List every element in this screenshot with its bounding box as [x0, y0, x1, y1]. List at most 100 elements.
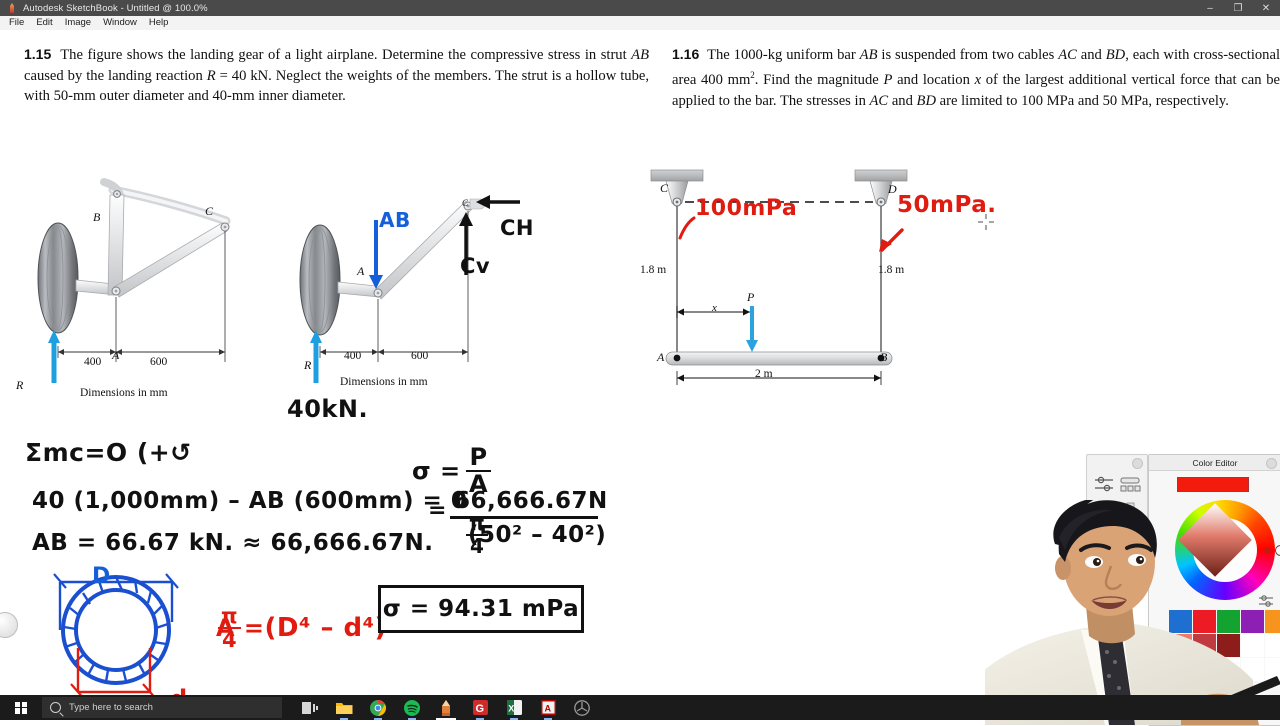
grammarly-icon: G — [472, 700, 488, 715]
webcam-presenter-overlay — [985, 500, 1280, 725]
search-icon — [50, 702, 61, 713]
window-title: Autodesk SketchBook - Untitled @ 100.0% — [23, 2, 208, 14]
figure2-label-A: A — [357, 264, 365, 278]
color-editor-title: Color Editor — [1192, 457, 1238, 468]
figure2-dim-400: 400 — [344, 350, 362, 362]
brush-properties-icon[interactable] — [1093, 475, 1115, 493]
figure3-span: 2 m — [755, 368, 773, 380]
figure3-leader-left — [678, 216, 696, 240]
menu-item-file[interactable]: File — [3, 16, 30, 30]
work-area-rest: (D⁴ – d⁴) — [264, 613, 387, 643]
spotify-icon — [404, 699, 420, 716]
taskbar-icon-microsoft-excel[interactable]: X — [498, 695, 530, 720]
work-area-formula: A = π 4 (D⁴ – d⁴) — [216, 605, 387, 651]
figure-bar-ab — [650, 169, 908, 385]
problem-1-16-body: The 1000-kg uniform bar AB is suspended … — [672, 47, 1280, 110]
google-chrome-icon — [370, 699, 386, 716]
sketchbook-icon — [5, 1, 19, 15]
color-editor-title-bar[interactable]: Color Editor — [1149, 455, 1280, 471]
figure3-right-height: 1.8 m — [878, 264, 905, 276]
figure1-dim-400: 400 — [84, 356, 102, 368]
start-button[interactable] — [0, 695, 42, 720]
figure3-leader-right-arrow — [879, 228, 904, 252]
task-view-icon — [302, 701, 318, 714]
work-line-3: AB = 66.67 kN. ≈ 66,666.67N. — [32, 530, 434, 556]
figure1-label-C: C — [205, 204, 214, 218]
current-color-swatch[interactable] — [1177, 477, 1249, 492]
figure3-left-height: 1.8 m — [640, 264, 667, 276]
figure-landing-gear-1 — [37, 178, 231, 383]
work-fraction-stress: 66,666.67N π 4 (50² – 40²) — [450, 488, 612, 557]
window-controls: – ❐ ✕ — [1196, 0, 1280, 16]
figure3-label-C: C — [660, 181, 669, 195]
problem-1-15-body: The figure shows the landing gear of a l… — [24, 47, 650, 105]
svg-text:A: A — [544, 704, 551, 714]
lagoon-puck-icon[interactable] — [0, 612, 18, 638]
menu-item-image[interactable]: Image — [59, 16, 97, 30]
figure2-annotation-ab: AB — [379, 208, 411, 232]
menu-item-window[interactable]: Window — [97, 16, 143, 30]
work-sigma-symbol: σ = — [412, 457, 461, 485]
microsoft-excel-icon: X — [506, 700, 522, 715]
figure2-dim-600: 600 — [411, 350, 429, 362]
windows-taskbar[interactable]: Type here to search G X A — [0, 695, 1280, 720]
taskbar-icon-task-view[interactable] — [294, 695, 326, 720]
figure2-caption: Dimensions in mm — [340, 376, 428, 388]
taskbar-icon-adobe-acrobat[interactable]: A — [532, 695, 564, 720]
menu-item-help[interactable]: Help — [143, 16, 175, 30]
work-line-2: 40 (1,000mm) – AB (600mm) = 0 — [32, 488, 468, 514]
taskbar-icon-autodesk-sketchbook[interactable] — [430, 695, 462, 720]
problem-1-16-number: 1.16 — [672, 46, 700, 62]
work-equals: = — [428, 498, 447, 523]
tube-label-D: D — [92, 564, 111, 589]
figure3-label-B: B — [880, 350, 888, 364]
taskbar-icon-spotify[interactable] — [396, 695, 428, 720]
work-area-4: 4 — [218, 627, 242, 651]
taskbar-icon-file-explorer[interactable] — [328, 695, 360, 720]
color-editor-collapse-button[interactable] — [1266, 458, 1277, 469]
problem-1-15-text: 1.15 The figure shows the landing gear o… — [24, 44, 649, 107]
search-placeholder-text: Type here to search — [69, 702, 153, 713]
tool-panel-grip[interactable] — [1132, 458, 1143, 469]
menu-item-edit[interactable]: Edit — [30, 16, 58, 30]
problem-1-15-number: 1.15 — [24, 46, 52, 62]
work-frac1-top: P — [469, 443, 488, 471]
figure3-label-x: x — [712, 302, 717, 314]
work-area-pi: π — [221, 603, 239, 628]
close-button[interactable]: ✕ — [1252, 0, 1280, 16]
figure3-label-A: A — [657, 350, 665, 364]
minimize-button[interactable]: – — [1196, 0, 1224, 16]
file-explorer-icon — [335, 702, 352, 714]
adobe-acrobat-icon: A — [540, 700, 556, 715]
figure2-annotation-40kn: 40kN. — [287, 395, 369, 423]
window-title-bar[interactable]: Autodesk SketchBook - Untitled @ 100.0% … — [0, 0, 1280, 16]
svg-text:X: X — [508, 704, 514, 714]
figure3-label-P: P — [747, 290, 755, 304]
svg-text:G: G — [475, 703, 484, 715]
figure1-label-A: A — [112, 348, 120, 362]
figure1-caption: Dimensions in mm — [80, 387, 168, 399]
work-area-pi-over-4: π 4 — [218, 603, 242, 651]
crosshair-cursor — [978, 214, 994, 230]
figure2-annotation-cv: Cv — [460, 254, 491, 278]
taskbar-app-list: G X A — [294, 695, 598, 720]
figure1-label-R: R — [16, 378, 24, 392]
figure1-dim-600: 600 — [150, 356, 168, 368]
taskbar-search-box[interactable]: Type here to search — [42, 697, 282, 718]
taskbar-icon-google-chrome[interactable] — [362, 695, 394, 720]
work-line-1: Σmc=O (+↺ — [25, 438, 192, 467]
figure1-label-B: B — [93, 210, 101, 224]
maximize-button[interactable]: ❐ — [1224, 0, 1252, 16]
sketchbook-pencil-icon — [442, 699, 450, 716]
figure2-annotation-ch: CH — [500, 216, 534, 240]
sketchbook-canvas[interactable]: 1.15 The figure shows the landing gear o… — [0, 30, 1280, 726]
figure3-label-D: D — [888, 182, 897, 196]
final-answer-box: σ = 94.31 mPa — [378, 585, 584, 633]
figure2-label-R: R — [304, 358, 312, 372]
obs-studio-icon — [574, 699, 590, 716]
taskbar-icon-obs-studio[interactable] — [566, 695, 598, 720]
brush-presets-icon[interactable] — [1119, 477, 1141, 493]
final-answer-text: σ = 94.31 mPa — [382, 596, 580, 622]
taskbar-icon-grammarly[interactable]: G — [464, 695, 496, 720]
problem-1-16-text: 1.16 The 1000-kg uniform bar AB is suspe… — [672, 44, 1280, 112]
